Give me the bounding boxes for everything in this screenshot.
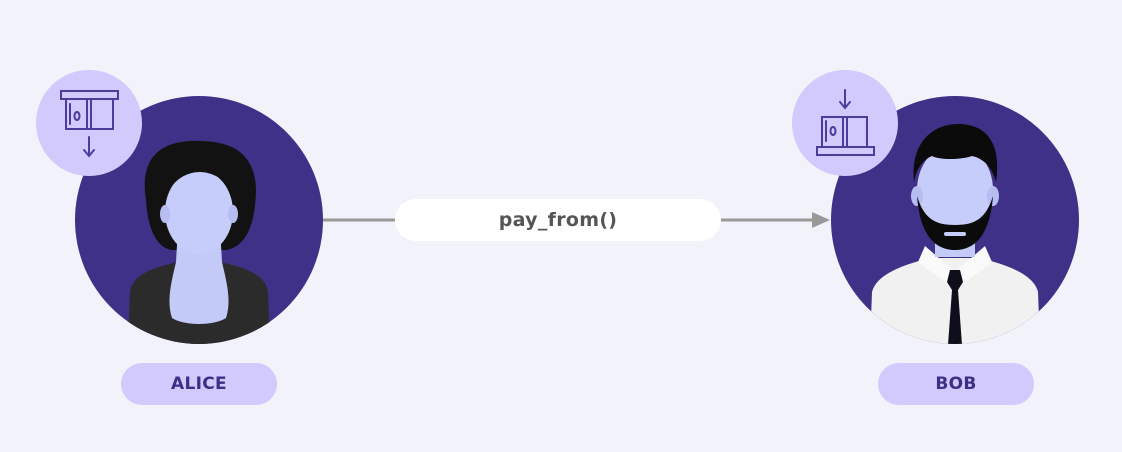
function-call-label: pay_from() bbox=[395, 199, 721, 241]
alice-name-label: ALICE bbox=[121, 363, 277, 405]
bob-name-label: BOB bbox=[878, 363, 1034, 405]
alice-badge bbox=[36, 70, 142, 176]
bob-badge bbox=[792, 70, 898, 176]
arrowhead-icon bbox=[812, 212, 830, 228]
payment-diagram: pay_from() ALICE BOB bbox=[0, 0, 1122, 452]
